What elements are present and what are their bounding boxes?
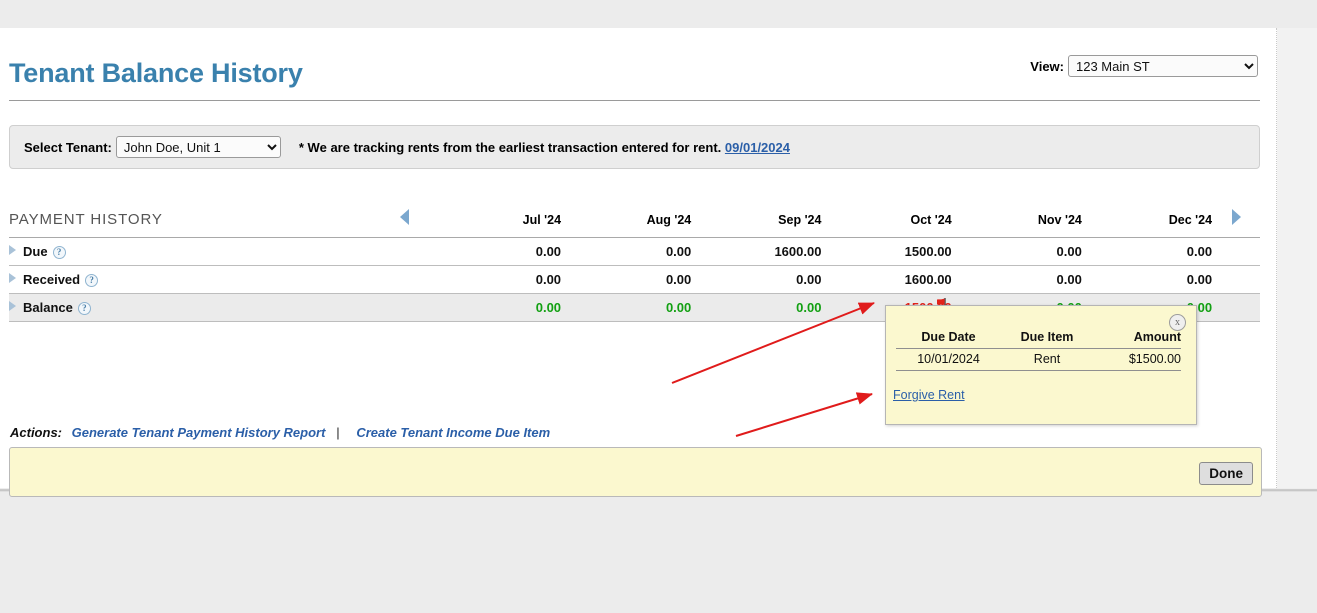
cell-value: 0.00	[431, 265, 561, 293]
view-label: View:	[1030, 59, 1064, 74]
actions-label: Actions:	[10, 425, 62, 440]
tenant-select[interactable]: John Doe, Unit 1	[116, 136, 281, 158]
cell-value: 0.00	[691, 265, 821, 293]
popup-table: Due Date Due Item Amount 10/01/2024 Rent…	[896, 328, 1181, 371]
row-end-spacer	[1212, 293, 1260, 321]
popup-due-date: 10/01/2024	[896, 349, 1001, 371]
expand-triangle-icon[interactable]	[9, 245, 16, 255]
month-header: Jul '24	[431, 203, 561, 237]
actions-separator: |	[336, 425, 340, 440]
row-end-spacer	[1212, 237, 1260, 265]
help-icon[interactable]: ?	[85, 274, 98, 287]
row-spacer	[379, 293, 431, 321]
triangle-left-icon[interactable]	[400, 209, 409, 225]
help-icon[interactable]: ?	[53, 246, 66, 259]
footer-panel: Done	[9, 447, 1262, 497]
cell-value: 0.00	[952, 265, 1082, 293]
expand-triangle-icon[interactable]	[9, 301, 16, 311]
month-header: Sep '24	[691, 203, 821, 237]
row-label: Balance	[23, 300, 73, 315]
row-label-cell[interactable]: Due?	[9, 237, 379, 265]
title-divider	[9, 100, 1260, 101]
done-button[interactable]: Done	[1199, 462, 1253, 485]
app-root: Tenant Balance History View: 123 Main ST…	[0, 0, 1317, 613]
row-label: Received	[23, 272, 80, 287]
generate-report-link[interactable]: Generate Tenant Payment History Report	[72, 425, 326, 440]
view-select[interactable]: 123 Main ST	[1068, 55, 1258, 77]
row-label-cell[interactable]: Balance?	[9, 293, 379, 321]
month-header: Oct '24	[821, 203, 951, 237]
popup-due-item: Rent	[1001, 349, 1093, 371]
triangle-right-icon[interactable]	[1232, 209, 1241, 225]
create-income-due-item-link[interactable]: Create Tenant Income Due Item	[356, 425, 550, 440]
month-header: Dec '24	[1082, 203, 1212, 237]
row-spacer	[379, 265, 431, 293]
cell-value: 0.00	[952, 237, 1082, 265]
popup-amount: $1500.00	[1093, 349, 1181, 371]
cell-value: 0.00	[561, 237, 691, 265]
tracking-note: * We are tracking rents from the earlies…	[299, 140, 790, 155]
prev-period-cell	[379, 203, 431, 237]
popup-header-row: Due Date Due Item Amount	[896, 328, 1181, 349]
cell-value: 0.00	[431, 293, 561, 321]
cell-value: 0.00	[691, 293, 821, 321]
due-items-popup: x Due Date Due Item Amount 10/01/2024 Re…	[885, 305, 1197, 425]
select-tenant-label: Select Tenant:	[24, 140, 112, 155]
row-spacer	[379, 237, 431, 265]
row-label: Due	[23, 244, 48, 259]
actions-bar: Actions: Generate Tenant Payment History…	[10, 425, 550, 440]
row-end-spacer	[1212, 265, 1260, 293]
table-header-row: PAYMENT HISTORY Jul '24 Aug '24 Sep '24 …	[9, 203, 1260, 237]
top-gray-strip	[0, 0, 1317, 28]
table-row: Received? 0.00 0.00 0.00 1600.00 0.00 0.…	[9, 265, 1260, 293]
cell-value: 0.00	[561, 293, 691, 321]
cell-value: 0.00	[431, 237, 561, 265]
help-icon[interactable]: ?	[78, 302, 91, 315]
month-header: Nov '24	[952, 203, 1082, 237]
month-header: Aug '24	[561, 203, 691, 237]
cell-value: 0.00	[1082, 237, 1212, 265]
cell-value: 0.00	[561, 265, 691, 293]
expand-triangle-icon[interactable]	[9, 273, 16, 283]
tracking-date-link[interactable]: 09/01/2024	[725, 140, 790, 155]
cell-value: 1600.00	[821, 265, 951, 293]
next-period-cell	[1212, 203, 1260, 237]
forgive-rent-link[interactable]: Forgive Rent	[893, 388, 965, 402]
page-title: Tenant Balance History	[9, 58, 303, 89]
row-label-cell[interactable]: Received?	[9, 265, 379, 293]
tenant-selection-bar: Select Tenant: John Doe, Unit 1 * We are…	[9, 125, 1260, 169]
cell-value: 0.00	[1082, 265, 1212, 293]
popup-column-header: Amount	[1093, 328, 1181, 349]
payment-history-table: PAYMENT HISTORY Jul '24 Aug '24 Sep '24 …	[9, 203, 1260, 322]
page-background-bottom	[0, 492, 1317, 613]
view-selector-group: View: 123 Main ST	[1030, 55, 1258, 77]
payment-history-table-zone: PAYMENT HISTORY Jul '24 Aug '24 Sep '24 …	[9, 203, 1260, 322]
popup-column-header: Due Date	[896, 328, 1001, 349]
tracking-note-text: * We are tracking rents from the earlies…	[299, 140, 721, 155]
cell-value: 1600.00	[691, 237, 821, 265]
payment-history-title: PAYMENT HISTORY	[9, 203, 379, 237]
table-row: Due? 0.00 0.00 1600.00 1500.00 0.00 0.00	[9, 237, 1260, 265]
popup-column-header: Due Item	[1001, 328, 1093, 349]
cell-value: 1500.00	[821, 237, 951, 265]
popup-row: 10/01/2024 Rent $1500.00	[896, 349, 1181, 371]
